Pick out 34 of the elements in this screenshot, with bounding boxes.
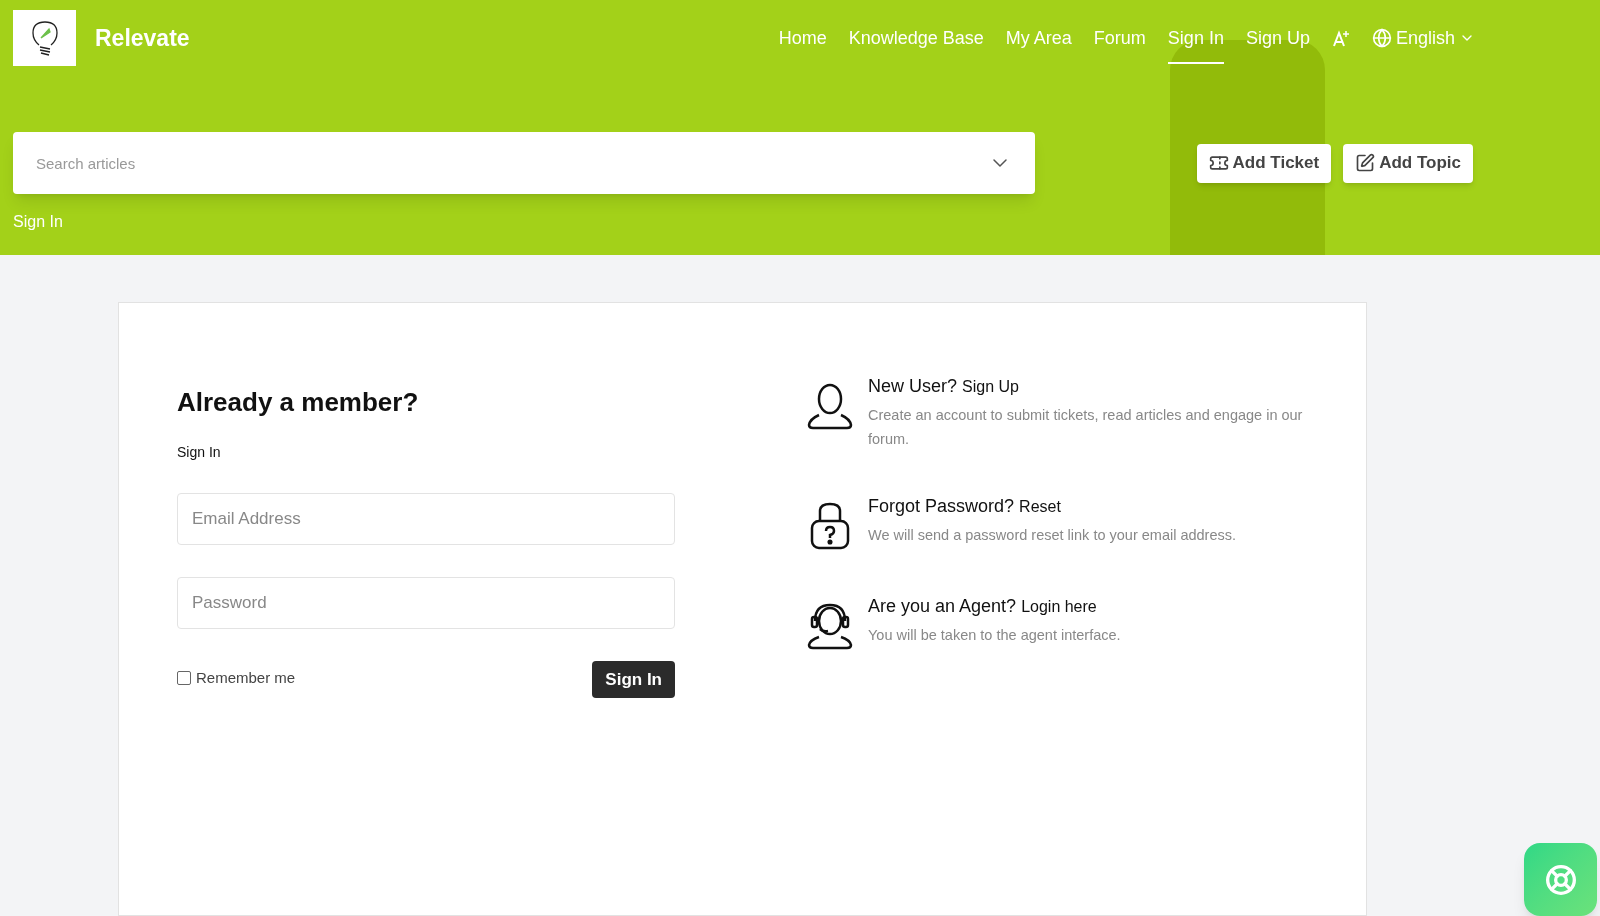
logo[interactable] <box>13 10 76 66</box>
password-field[interactable]: Password <box>177 577 675 629</box>
help-link[interactable]: Login here <box>1021 595 1097 619</box>
pencil-square-icon <box>1355 153 1376 173</box>
brand-name: Relevate <box>95 23 190 53</box>
sign-in-button[interactable]: Sign In <box>592 661 675 698</box>
help-title: New User? <box>868 375 958 398</box>
action-button[interactable]: Add Ticket <box>1196 143 1332 183</box>
nav-link[interactable]: Knowledge Base <box>848 12 984 64</box>
remember-label: Remember me <box>196 668 296 688</box>
headset-agent-icon <box>806 601 854 651</box>
help-title: Are you an Agent? <box>868 595 1017 618</box>
help-description: You will be taken to the agent interface. <box>868 626 1122 645</box>
help-title: Forgot Password? <box>868 495 1015 518</box>
person-outline-icon <box>806 381 854 431</box>
nav-link[interactable]: Sign In <box>1167 12 1224 64</box>
language-selector[interactable]: English <box>1371 24 1475 52</box>
email-field[interactable]: Email Address <box>177 493 675 545</box>
help-link[interactable]: Sign Up <box>962 375 1019 399</box>
nav-link[interactable]: Sign Up <box>1245 12 1310 64</box>
remember-checkbox[interactable] <box>177 671 191 686</box>
lifebuoy-icon <box>1544 863 1577 896</box>
action-button[interactable]: Add Topic <box>1343 143 1473 183</box>
help-description: Create an account to submit tickets, read articles and engage in our forum. <box>868 406 1304 449</box>
nav-link[interactable]: Home <box>778 12 827 64</box>
globe-icon <box>1371 28 1392 48</box>
form-heading: Already a member? <box>177 386 420 419</box>
breadcrumb[interactable]: Sign In <box>13 210 1587 234</box>
nav-link[interactable]: My Area <box>1005 12 1072 64</box>
nav-link[interactable]: Forum <box>1093 12 1146 64</box>
help-description: We will send a password reset link to your email address. <box>868 526 1238 545</box>
ticket-icon <box>1208 153 1229 173</box>
help-link[interactable]: Reset <box>1019 495 1061 519</box>
form-subheading: Sign In <box>177 443 222 462</box>
